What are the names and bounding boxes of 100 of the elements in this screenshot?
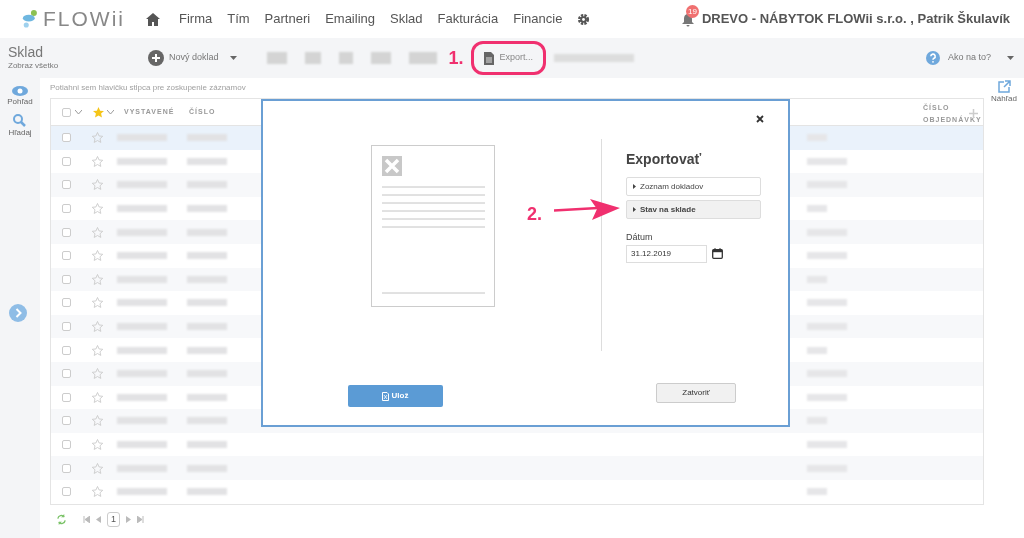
row-checkbox[interactable] <box>62 369 71 379</box>
row-checkbox[interactable] <box>62 463 71 473</box>
blurred-text <box>807 299 847 307</box>
next-page-icon <box>126 516 131 523</box>
row-checkbox[interactable] <box>62 133 71 143</box>
expand-chevron-icon[interactable] <box>9 304 27 322</box>
nav-link[interactable]: Tím <box>227 9 250 29</box>
star-icon[interactable] <box>92 415 103 427</box>
caret-icon <box>633 207 636 212</box>
blurred-text <box>807 252 847 260</box>
star-icon[interactable] <box>92 297 103 309</box>
blurred-text <box>187 488 227 496</box>
date-field[interactable]: 31.12.2019 <box>626 244 707 263</box>
blurred-text <box>187 346 227 354</box>
search-icon <box>13 114 27 127</box>
star-icon[interactable] <box>92 391 103 403</box>
row-checkbox[interactable] <box>62 251 71 261</box>
star-icon[interactable] <box>92 226 103 238</box>
close-dialog-button[interactable]: Zatvoriť <box>656 382 736 403</box>
nav-link[interactable]: Fakturácia <box>437 9 499 29</box>
star-icon[interactable] <box>92 132 103 144</box>
nav-link[interactable]: Financie <box>513 9 563 29</box>
home-icon[interactable] <box>146 12 160 26</box>
star-icon[interactable] <box>92 439 103 450</box>
row-checkbox[interactable] <box>62 204 71 214</box>
blurred-text <box>807 393 847 401</box>
pointer-arrow <box>554 198 620 222</box>
blurred-text <box>117 393 167 401</box>
star-icon[interactable] <box>92 179 103 191</box>
star-icon[interactable] <box>92 486 103 498</box>
nav-link[interactable]: Emailing <box>325 9 375 29</box>
help-button[interactable]: Ako na to? <box>925 51 1014 65</box>
close-icon <box>756 115 764 123</box>
row-checkbox[interactable] <box>62 274 71 284</box>
table-row[interactable] <box>51 456 983 480</box>
star-icon[interactable] <box>92 203 103 215</box>
group-by-hint: Potiahni sem hlavičku stĺpca pre zoskupenie záznamov <box>50 82 247 94</box>
nav-link[interactable]: Sklad <box>390 9 423 29</box>
blurred-text <box>807 488 827 496</box>
row-checkbox[interactable] <box>62 322 71 332</box>
logo-text: FLOWii <box>43 6 125 33</box>
settings-icon[interactable] <box>577 12 591 26</box>
help-icon <box>925 51 940 65</box>
current-page[interactable]: 1 <box>107 511 120 528</box>
blurred-text <box>117 488 167 496</box>
sidebar-button[interactable]: Hľadaj <box>8 114 32 139</box>
nav-link[interactable]: Partneri <box>264 9 311 29</box>
blurred-text <box>807 441 847 448</box>
blurred-text <box>117 441 167 448</box>
row-checkbox[interactable] <box>62 180 71 190</box>
calendar-icon[interactable] <box>712 248 723 259</box>
select-all-checkbox[interactable] <box>62 107 71 117</box>
blurred-text <box>187 393 227 401</box>
blurred-text <box>187 157 227 165</box>
blurred-text <box>187 441 227 448</box>
caret-icon <box>633 184 636 189</box>
row-checkbox[interactable] <box>62 156 71 166</box>
step-annotation: 1. <box>448 46 464 70</box>
star-icon[interactable] <box>92 344 103 356</box>
row-checkbox[interactable] <box>62 392 71 402</box>
blurred-text <box>117 252 167 260</box>
blurred-text <box>807 205 827 213</box>
star-icon[interactable] <box>92 462 103 474</box>
star-icon[interactable] <box>92 273 103 285</box>
star-icon[interactable] <box>92 321 103 333</box>
date-label: Dátum <box>626 231 654 244</box>
company-user-name[interactable]: DREVO - NÁBYTOK FLOWii s.r.o. , Patrik Škulavík <box>701 9 1010 29</box>
caret-icon <box>1007 56 1014 60</box>
dialog-title: Exportovať <box>626 150 703 169</box>
export-option[interactable]: Zoznam dokladov <box>626 177 761 196</box>
star-icon[interactable] <box>92 368 103 380</box>
logo-mark-icon <box>22 8 39 30</box>
row-checkbox[interactable] <box>62 440 71 449</box>
row-checkbox[interactable] <box>62 487 71 497</box>
caret-icon <box>229 56 237 60</box>
star-icon[interactable] <box>92 250 103 262</box>
new-document-button[interactable]: Nový doklad <box>148 50 237 66</box>
close-button[interactable] <box>754 113 766 125</box>
blurred-text <box>117 157 167 165</box>
star-icon[interactable] <box>92 155 103 167</box>
last-page-icon <box>137 516 144 523</box>
preview-button[interactable]: Náhľad <box>991 80 1017 105</box>
step-annotation: 2. <box>527 203 542 226</box>
nav-link[interactable]: Firma <box>179 9 213 29</box>
sidebar-button[interactable]: Pohľad <box>7 86 33 108</box>
row-checkbox[interactable] <box>62 227 71 237</box>
notification-badge: 19 <box>685 5 699 18</box>
previous-page-icon <box>96 516 101 523</box>
blurred-text <box>807 157 847 165</box>
blurred-text <box>117 346 167 354</box>
row-checkbox[interactable] <box>62 298 71 308</box>
plus-icon <box>148 50 164 66</box>
star-icon <box>93 106 104 118</box>
blurred-text <box>187 205 227 213</box>
export-option[interactable]: Stav na sklade <box>626 200 761 219</box>
row-checkbox[interactable] <box>62 345 71 355</box>
row-checkbox[interactable] <box>62 416 71 426</box>
blurred-text <box>807 346 827 354</box>
export-button[interactable]: Export... <box>470 41 547 75</box>
chevron-down-icon <box>107 109 114 115</box>
